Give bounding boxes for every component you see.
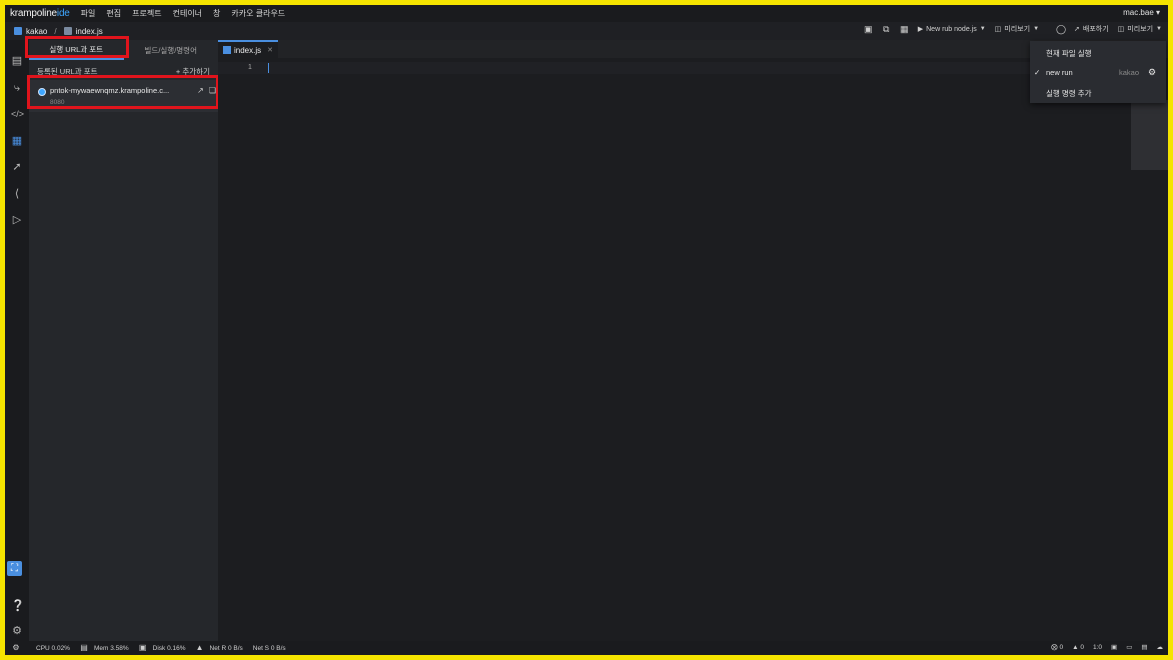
current-line <box>218 62 1128 74</box>
cloud-icon[interactable]: ☁ <box>1157 643 1164 651</box>
close-icon[interactable]: ✕ <box>267 46 273 54</box>
run-dropdown-menu: 현재 파일 실행 ✓ new run kakao ⚙ 실행 명령 추가 <box>1030 41 1166 103</box>
memory-icon: ▤ <box>80 643 88 652</box>
menu-edit[interactable]: 편집 <box>106 8 121 19</box>
text-cursor <box>268 63 269 73</box>
toolbar: kakao / index.js ▣ ⧉ ▦ ▶ New rub node.js ▼… <box>5 22 1168 40</box>
minimap-scrollbar[interactable] <box>1131 100 1168 170</box>
run-button[interactable]: ▶ New rub node.js ▼ <box>917 25 986 34</box>
deploy-button[interactable]: ➚ 배포하기 <box>1074 24 1109 34</box>
folder-icon <box>14 27 22 35</box>
status-warnings[interactable]: ▲ 0 <box>1072 644 1084 651</box>
breadcrumb: kakao / index.js <box>14 27 103 36</box>
highlight-box-tab <box>25 36 129 58</box>
error-icon: ⨂ <box>1051 644 1058 651</box>
menu-project[interactable]: 프로젝트 <box>132 8 161 19</box>
terminal-icon[interactable]: ▤ <box>1141 643 1147 651</box>
menu-container[interactable]: 컨테이너 <box>173 8 202 19</box>
status-bar: ⚙ CPU 0.02% ▤ Mem 3.58% ▣ Disk 0.16% ▲ Net … <box>5 641 1168 655</box>
run-url-panel: 실행 URL과 포트 빌드/실행/명령어 등록된 URL과 포트 + 추가하기 … <box>29 40 218 641</box>
build-icon[interactable]: ▦ <box>900 24 909 34</box>
status-mem: ▤ Mem 3.58% <box>80 643 129 652</box>
editor-area: index.js ✕ 1 <box>218 40 1168 641</box>
briefcase-icon[interactable]: ▤ <box>11 55 23 67</box>
check-icon: ✓ <box>1034 68 1041 77</box>
menu-item-run-current-file[interactable]: 현재 파일 실행 <box>1030 43 1166 62</box>
chevron-down-icon: ▼ <box>979 26 986 32</box>
deploy-icon[interactable]: ➚ <box>11 161 23 173</box>
breadcrumb-separator: / <box>54 26 57 36</box>
breadcrumb-file[interactable]: index.js <box>76 27 103 36</box>
menu-item-add-run-command[interactable]: 실행 명령 추가 <box>1030 83 1166 102</box>
save-icon[interactable]: ▣ <box>864 24 873 34</box>
menu-bar: krampolineide 파일 편집 프로젝트 컨테이너 창 카카오 클라우드… <box>5 5 1168 22</box>
chat-icon[interactable]: ▭ <box>1126 643 1132 651</box>
share-icon[interactable]: ⟨ <box>11 188 23 200</box>
tab-build-run-command[interactable]: 빌드/실행/명령어 <box>124 40 219 60</box>
js-file-icon <box>223 46 231 54</box>
chevron-down-icon: ▼ <box>1033 26 1040 32</box>
run-url-icon[interactable]: ▦ <box>11 135 23 147</box>
toolbar-actions: ▣ ⧉ ▦ ▶ New rub node.js ▼ ◫ 미리보기 ▼ ◯ ➚ 배포하기 ◫… <box>864 24 1162 34</box>
preview-layout-button[interactable]: ◫ 미리보기 ▼ <box>1118 24 1162 34</box>
cursor-position[interactable]: 1:0 <box>1093 644 1102 651</box>
activity-bar: ▤ ⤷ </> ▦ ➚ ⟨ ▷ ⛶ ❔ ⚙ <box>5 40 29 641</box>
status-disk: ▣ Disk 0.16% <box>138 643 186 652</box>
editor-tabs: index.js ✕ <box>218 40 1168 58</box>
run-meta: kakao <box>1119 68 1140 77</box>
breadcrumb-project[interactable]: kakao <box>26 27 47 36</box>
user-menu[interactable]: mac.bae ▾ <box>1123 8 1160 17</box>
expand-icon[interactable]: ⛶ <box>7 561 22 576</box>
gear-icon: ⚙ <box>12 643 20 652</box>
code-icon[interactable]: </> <box>11 108 24 120</box>
tab-index-js[interactable]: index.js ✕ <box>218 40 278 58</box>
status-net-s: Net S 0 B/s <box>252 644 286 652</box>
chevron-down-icon: ▼ <box>1156 26 1162 32</box>
layout-icon[interactable]: ▣ <box>1111 643 1117 651</box>
disk-icon: ▣ <box>138 643 147 652</box>
file-icon <box>63 27 72 35</box>
ide-window: krampolineide 파일 편집 프로젝트 컨테이너 창 카카오 클라우드… <box>5 5 1168 655</box>
menu-kakao-cloud[interactable]: 카카오 클라우드 <box>231 8 285 19</box>
line-number: 1 <box>248 64 252 71</box>
globe-icon[interactable]: ◯ <box>1056 24 1066 34</box>
menu-window[interactable]: 창 <box>213 8 220 19</box>
menu-item-new-run[interactable]: ✓ new run kakao ⚙ <box>1030 63 1166 82</box>
gear-icon[interactable]: ⚙ <box>1148 67 1156 78</box>
play-icon: ▶ <box>917 26 924 33</box>
gear-icon[interactable]: ⚙ <box>11 625 23 637</box>
preview-button[interactable]: ◫ 미리보기 ▼ <box>995 24 1039 34</box>
status-cpu: CPU 0.02% <box>36 644 70 652</box>
vscode-icon[interactable]: ▷ <box>11 214 23 226</box>
status-net-r: ▲ Net R 0 B/s <box>195 643 243 652</box>
warning-icon: ▲ <box>1072 643 1079 651</box>
network-icon: ▲ <box>195 643 204 652</box>
status-errors[interactable]: ⨂ 0 <box>1051 643 1063 651</box>
git-branch-icon[interactable]: ⤷ <box>11 82 23 94</box>
logo: krampolineide <box>10 8 70 19</box>
menu-file[interactable]: 파일 <box>81 8 96 19</box>
monitor-icon: ◫ <box>1117 26 1125 33</box>
help-icon[interactable]: ❔ <box>11 600 25 612</box>
rocket-icon: ➚ <box>1074 26 1080 33</box>
save-all-icon[interactable]: ⧉ <box>882 24 891 34</box>
status-right: ⨂ 0 ▲ 0 1:0 ▣ ▭ ▤ ☁ <box>1051 643 1164 652</box>
highlight-box-url <box>27 75 219 109</box>
monitor-icon: ◫ <box>994 26 1002 33</box>
status-settings[interactable]: ⚙ <box>12 644 26 652</box>
